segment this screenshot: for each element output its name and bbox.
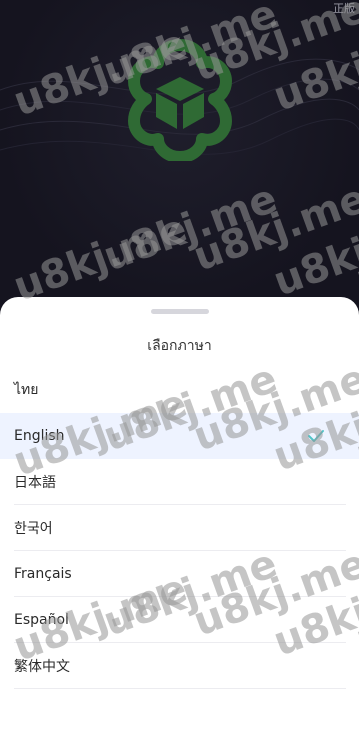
language-option-thai[interactable]: ไทย: [0, 367, 359, 413]
language-label: 日本語: [14, 475, 56, 491]
language-picker-sheet: เลือกภาษา ไทย English 日本語 한국어 Français E…: [0, 297, 359, 740]
language-label: English: [14, 428, 65, 444]
corner-label: 正版: [333, 2, 355, 15]
language-label: Español: [14, 612, 69, 628]
language-option-japanese[interactable]: 日本語: [0, 459, 359, 505]
sheet-drag-handle[interactable]: [151, 309, 209, 314]
language-option-traditional-chinese[interactable]: 繁体中文: [0, 643, 359, 689]
hexagon-cube-logo-icon: [128, 39, 232, 161]
language-label: ไทย: [14, 382, 39, 398]
divider: [14, 688, 346, 689]
language-option-spanish[interactable]: Español: [0, 597, 359, 643]
language-label: 한국어: [14, 521, 53, 537]
language-label: 繁体中文: [14, 659, 70, 675]
sheet-title: เลือกภาษา: [147, 338, 212, 354]
language-label: Français: [14, 566, 72, 582]
language-option-english[interactable]: English: [0, 413, 359, 459]
language-option-korean[interactable]: 한국어: [0, 505, 359, 551]
language-option-french[interactable]: Français: [0, 551, 359, 597]
language-list: ไทย English 日本語 한국어 Français Español 繁体中…: [0, 367, 359, 689]
hero-banner: 正版: [0, 0, 359, 310]
check-icon: [308, 430, 324, 442]
